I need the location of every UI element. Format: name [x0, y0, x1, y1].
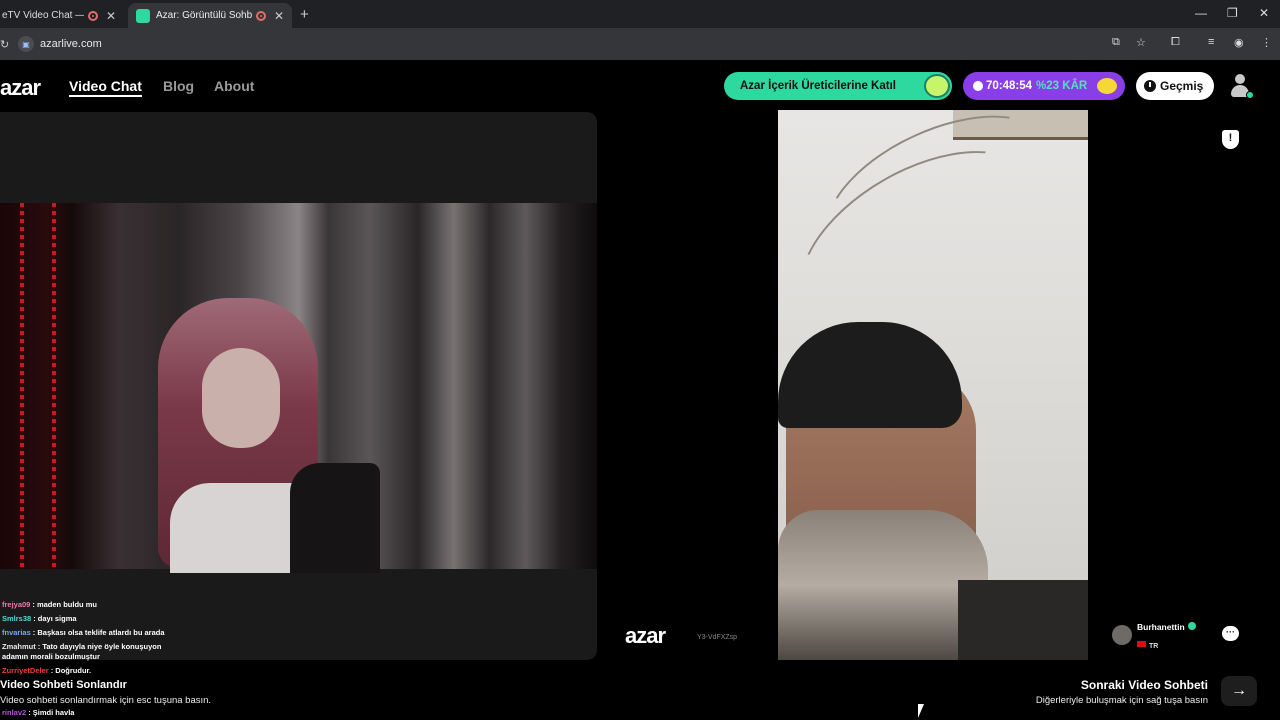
chat-user: ZurriyetDeler: [2, 666, 49, 675]
end-chat-title[interactable]: Video Sohbeti Sonlandır: [0, 679, 127, 691]
chat-message: Smlrs38: dayı sigma: [2, 614, 77, 623]
tab-title: Azar: Görüntülü Sohbet & V: [156, 10, 252, 21]
promo-timer-button[interactable]: 70:48:54 %23 KÂR: [963, 72, 1125, 100]
close-window-button[interactable]: ✕: [1259, 6, 1269, 20]
remote-user-beanie: [778, 322, 962, 428]
chat-user: frejya09: [2, 600, 31, 609]
local-video-feed: [0, 203, 597, 573]
chat-message: frejya09: maden buldu mu: [2, 600, 97, 609]
chat-user: fnvarias: [2, 628, 31, 637]
chat-text: Şimdi havla: [32, 708, 75, 717]
browser-address-bar: ↻ ▣ azarlive.com: [0, 28, 1280, 60]
creator-badge-icon: [924, 74, 950, 98]
azar-logo[interactable]: azar: [0, 75, 41, 101]
media-controls-icon[interactable]: ≡: [1208, 36, 1214, 48]
chat-text: dayı sigma: [37, 614, 77, 623]
extensions-icon[interactable]: ⧠: [1171, 36, 1180, 49]
chat-message: Zmahmut: Tato dayıyla niye öyle konuşuyo…: [2, 642, 162, 651]
chat-text: Doğrudur.: [55, 666, 92, 675]
report-shield-icon[interactable]: !: [1222, 130, 1239, 149]
history-clock-icon: [1144, 80, 1156, 92]
chat-bubble-icon[interactable]: ···: [1222, 626, 1239, 641]
timer-discount: %23 KÂR: [1036, 80, 1088, 92]
streamer-face: [202, 348, 280, 448]
chat-message: rinlav2: Şimdi havla: [2, 708, 75, 717]
online-status-icon: [1246, 91, 1254, 99]
local-video-panel: [0, 112, 597, 660]
chat-text: adamın morali bozulmuştur: [2, 652, 100, 661]
recording-icon: [255, 10, 266, 21]
remote-user-beard: [778, 510, 988, 660]
verified-badge-icon: [1187, 622, 1196, 630]
avatar-head: [1235, 74, 1245, 84]
turkey-flag-icon: [1137, 640, 1146, 647]
chat-message: ZurriyetDeler: Doğrudur.: [2, 666, 92, 675]
led-strip: [20, 203, 24, 569]
chat-text: Tato dayıyla niye öyle konuşuyon: [42, 642, 162, 651]
remote-user-country: TR: [1149, 643, 1159, 650]
new-tab-button[interactable]: +: [300, 6, 309, 23]
join-creators-button[interactable]: Azar İçerik Üreticilerine Katıl: [724, 72, 952, 100]
url-text: azarlive.com: [40, 38, 102, 50]
end-chat-hint: Video sohbeti sonlandırmak için esc tuşu…: [0, 695, 212, 706]
browser-tab-azar[interactable]: Azar: Görüntülü Sohbet & V ✕: [128, 3, 292, 28]
url-field[interactable]: ▣ azarlive.com: [18, 34, 1098, 54]
chat-text: maden buldu mu: [36, 600, 97, 609]
nav-video-chat[interactable]: Video Chat: [69, 78, 142, 97]
site-info-icon[interactable]: ▣: [18, 36, 34, 52]
lemon-icon: [1097, 78, 1117, 94]
history-button[interactable]: Geçmiş: [1136, 72, 1214, 100]
nav-about[interactable]: About: [214, 78, 254, 94]
chat-message: fnvarias: Başkası olsa teklife atlardı b…: [2, 628, 165, 637]
bookmark-star-icon[interactable]: ☆: [1136, 36, 1146, 49]
session-code: Y3-VdFXZsp: [697, 634, 738, 641]
user-avatar[interactable]: [1228, 74, 1254, 99]
azar-favicon-icon: [136, 8, 150, 23]
browser-menu-icon[interactable]: ⋮: [1261, 36, 1272, 49]
recording-icon: [87, 10, 98, 21]
next-chat-arrow-button[interactable]: →: [1221, 676, 1257, 706]
mouse-cursor-icon: [917, 704, 925, 720]
history-label: Geçmiş: [1160, 79, 1204, 93]
tab-close-icon[interactable]: ✕: [106, 9, 116, 23]
nav-blog[interactable]: Blog: [163, 78, 194, 94]
remote-video-feed: [778, 110, 1088, 660]
remote-user-name: Burhanettin: [1137, 622, 1185, 632]
remote-user-details: Burhanettin TR: [1137, 617, 1196, 653]
next-chat-title[interactable]: Sonraki Video Sohbeti: [1081, 678, 1208, 692]
timer-clock-icon: [973, 81, 983, 91]
tab-close-icon[interactable]: ✕: [274, 9, 284, 23]
tab-title: eTV Video Chat — Ome: [2, 10, 84, 21]
led-strip: [52, 203, 56, 569]
chat-user: Zmahmut: [2, 642, 36, 651]
remote-user-shirt: [958, 580, 1088, 660]
chat-message-continued: adamın morali bozulmuştur: [2, 652, 282, 664]
minimize-button[interactable]: —: [1195, 6, 1207, 20]
streamer-jacket: [290, 463, 380, 573]
next-chat-hint: Diğerleriyle buluşmak için sağ tuşa bası…: [1035, 695, 1208, 706]
browser-tab-bar: eTV Video Chat — Ome ✕ Azar: Görüntülü S…: [0, 0, 1280, 28]
browser-tab-ometv[interactable]: eTV Video Chat — Ome ✕: [0, 3, 124, 28]
remote-user-info[interactable]: Burhanettin TR: [1112, 622, 1196, 650]
timer-value: 70:48:54: [986, 80, 1033, 92]
remote-user-avatar: [1112, 625, 1132, 645]
install-app-icon[interactable]: ⧉: [1112, 36, 1120, 49]
profile-icon[interactable]: ◉: [1234, 36, 1244, 49]
azar-watermark-logo: azar: [625, 623, 666, 648]
chat-text: Başkası olsa teklife atlardı bu arada: [37, 628, 165, 637]
maximize-button[interactable]: ❐: [1227, 6, 1238, 20]
azar-page: azar Video Chat Blog About Azar İçerik Ü…: [0, 60, 1280, 720]
chat-user: Smlrs38: [2, 614, 32, 623]
join-creators-label: Azar İçerik Üreticilerine Katıl: [740, 80, 896, 92]
reload-icon[interactable]: ↻: [0, 38, 9, 51]
chat-user: rinlav2: [2, 708, 27, 717]
